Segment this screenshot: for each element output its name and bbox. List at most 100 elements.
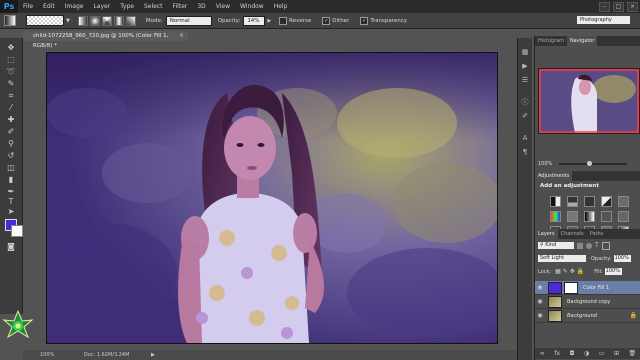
reverse-checkbox[interactable] — [279, 16, 288, 25]
black-white-icon[interactable] — [584, 211, 595, 222]
menu-type[interactable]: Type — [115, 3, 139, 10]
filter-shape-icon[interactable] — [601, 241, 610, 250]
status-arrow-icon[interactable]: ▶ — [151, 352, 155, 358]
document-canvas[interactable] — [46, 52, 498, 344]
blend-mode-select[interactable]: Soft Light — [538, 255, 586, 262]
layer-row[interactable]: ◉ Color Fill 1 — [535, 281, 640, 295]
maximize-icon[interactable]: □ — [613, 2, 624, 12]
workspace-select[interactable]: Photography — [577, 16, 630, 24]
link-layers-icon[interactable]: ∞ — [540, 350, 545, 357]
dither-checkbox[interactable]: ✓ — [322, 16, 331, 25]
character-panel-icon[interactable]: A — [520, 134, 530, 143]
new-group-icon[interactable]: ▭ — [599, 350, 605, 357]
paragraph-panel-icon[interactable]: ¶ — [520, 148, 530, 157]
menu-edit[interactable]: Edit — [38, 3, 60, 10]
background-color-swatch[interactable] — [11, 225, 23, 237]
history-brush-tool-icon[interactable]: ↺ — [3, 150, 19, 161]
menu-3d[interactable]: 3D — [192, 3, 210, 10]
close-document-icon[interactable]: × — [179, 31, 184, 41]
navigator-zoom[interactable]: 100% — [538, 161, 552, 167]
eraser-tool-icon[interactable]: ◫ — [3, 162, 19, 173]
gradient-tool-icon[interactable]: ▮ — [3, 174, 19, 185]
crop-tool-icon[interactable]: ⌗ — [3, 90, 19, 101]
tab-adjustments[interactable]: Adjustments — [535, 171, 573, 181]
minimize-icon[interactable]: – — [599, 2, 610, 12]
layer-row[interactable]: ◉ Background 🔒 — [535, 309, 640, 323]
delete-layer-icon[interactable]: 🗑 — [629, 350, 637, 357]
layer-style-icon[interactable]: fx — [554, 350, 560, 357]
channel-mixer-icon[interactable] — [618, 211, 629, 222]
menu-select[interactable]: Select — [139, 3, 168, 10]
layer-opacity-input[interactable]: 100% — [613, 255, 631, 262]
add-mask-icon[interactable]: ◘ — [570, 350, 575, 357]
menu-file[interactable]: File — [18, 3, 38, 10]
quick-mask-icon[interactable]: ◙ — [3, 241, 19, 252]
photo-filter-icon[interactable] — [601, 211, 612, 222]
zoom-level[interactable]: 100% — [40, 352, 54, 358]
brush-tool-icon[interactable]: ✐ — [3, 126, 19, 137]
vibrance-icon[interactable] — [618, 196, 629, 207]
actions-panel-icon[interactable]: ▶ — [520, 62, 530, 71]
navigator-slider[interactable] — [559, 161, 627, 166]
exposure-icon[interactable] — [601, 196, 612, 207]
layer-thumbnail — [548, 309, 562, 322]
opacity-dropdown-icon[interactable]: ▶ — [267, 18, 271, 24]
lock-icons[interactable]: ▦✎✥🔒 — [555, 268, 586, 275]
filter-pixel-icon[interactable] — [577, 242, 583, 249]
eyedropper-tool-icon[interactable]: ⁄ — [3, 102, 19, 113]
navigator-preview[interactable] — [538, 68, 640, 134]
new-adjustment-icon[interactable]: ◑ — [584, 350, 589, 357]
gradient-swatch[interactable] — [26, 15, 64, 26]
tab-channels[interactable]: Channels — [558, 229, 587, 239]
new-layer-icon[interactable]: ⊞ — [614, 350, 619, 357]
tab-navigator[interactable]: Navigator — [566, 36, 598, 46]
tab-histogram[interactable]: Histogram — [535, 36, 567, 46]
hue-saturation-icon[interactable] — [550, 211, 561, 222]
gradient-type-icons[interactable] — [77, 15, 136, 26]
close-icon[interactable]: × — [627, 2, 638, 12]
curves-icon[interactable] — [584, 196, 595, 207]
layer-name: Background copy — [567, 298, 611, 305]
menu-image[interactable]: Image — [60, 3, 89, 10]
quick-select-tool-icon[interactable]: ✎ — [3, 78, 19, 89]
menu-help[interactable]: Help — [269, 3, 293, 10]
document-tab[interactable]: child-1072258_960_720.jpg @ 100% (Color … — [23, 31, 188, 49]
history-panel-icon[interactable]: ▦ — [520, 48, 530, 57]
menu-layer[interactable]: Layer — [88, 3, 115, 10]
menu-window[interactable]: Window — [235, 3, 269, 10]
color-balance-icon[interactable] — [567, 211, 578, 222]
gradient-tool-icon[interactable] — [4, 15, 16, 26]
layer-row[interactable]: ◉ Background copy — [535, 295, 640, 309]
info-panel-icon[interactable]: ⓘ — [520, 98, 530, 107]
status-bar: 100% Doc: 1.62M/3.24M ▶ — [23, 350, 528, 360]
mode-select[interactable]: Normal — [165, 15, 212, 26]
kind-select[interactable]: ⚲ Kind — [538, 242, 574, 249]
path-selection-tool-icon[interactable]: ➤ — [3, 206, 19, 217]
menu-filter[interactable]: Filter — [168, 3, 193, 10]
visibility-eye-icon[interactable]: ◉ — [535, 312, 545, 319]
gradient-dropdown-icon[interactable]: ▼ — [66, 18, 70, 24]
move-tool-icon[interactable]: ✥ — [3, 42, 19, 53]
menu-view[interactable]: View — [211, 3, 235, 10]
tab-paths[interactable]: Paths — [587, 229, 607, 239]
layers-footer: ∞ fx ◘ ◑ ▭ ⊞ 🗑 — [535, 348, 640, 359]
layer-thumbnail — [548, 295, 562, 308]
filter-adjust-icon[interactable] — [586, 242, 592, 249]
properties-panel-icon[interactable]: ☰ — [520, 76, 530, 85]
opacity-input[interactable]: 14% — [243, 15, 266, 26]
lasso-tool-icon[interactable]: ➰ — [3, 66, 19, 77]
brightness-contrast-icon[interactable] — [550, 196, 561, 207]
tab-layers[interactable]: Layers — [535, 229, 558, 239]
levels-icon[interactable] — [567, 196, 578, 207]
transparency-checkbox[interactable]: ✓ — [360, 16, 369, 25]
clone-stamp-tool-icon[interactable]: ⚲ — [3, 138, 19, 149]
filter-type-icon[interactable]: T — [595, 242, 599, 249]
layer-name: Background — [567, 312, 597, 319]
healing-brush-tool-icon[interactable]: ✚ — [3, 114, 19, 125]
layer-fill-input[interactable]: 100% — [604, 268, 622, 275]
marquee-tool-icon[interactable]: ⬚ — [3, 54, 19, 65]
brush-panel-icon[interactable]: ✐ — [520, 112, 530, 121]
visibility-eye-icon[interactable]: ◉ — [535, 284, 545, 291]
visibility-eye-icon[interactable]: ◉ — [535, 298, 545, 305]
opacity-label: Opacity: — [217, 17, 241, 24]
